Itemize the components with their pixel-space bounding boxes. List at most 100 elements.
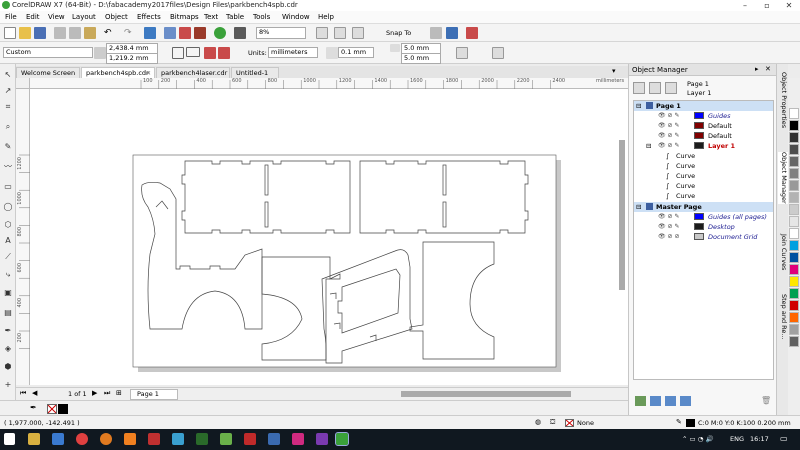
polygon-tool-icon[interactable]: ⬡ [3,220,13,230]
notifications-icon[interactable]: ▭ [780,434,788,443]
tab-list-icon[interactable]: ▾ [612,67,616,75]
undo-icon[interactable]: ↶ [104,27,116,39]
prev-page-icon[interactable]: ◀ [32,389,37,397]
crop-tool-icon[interactable]: ⌗ [3,102,13,112]
docker-tab-step-and-repeat[interactable]: Step and Re... [778,294,788,340]
landscape-icon[interactable] [186,47,200,57]
palette-swatch[interactable] [789,132,799,143]
tree-curve[interactable]: ∫ Curve [634,191,773,201]
open-icon[interactable] [19,27,31,39]
drawing-canvas[interactable] [30,89,628,385]
menu-table[interactable]: Table [226,13,244,21]
tree-desktop[interactable]: 👁 ⊘ ✎ Desktop [634,222,773,232]
portrait-icon[interactable] [172,47,184,59]
vertical-ruler[interactable]: 1200 1000 800 600 400 200 [16,89,30,385]
collapse-icon[interactable]: ⊟ [636,202,641,212]
search-content-icon[interactable] [144,27,156,39]
docker-menu-icon[interactable]: ▸ [755,65,759,73]
new-master-layer-odd-icon[interactable] [665,396,676,406]
launch-icon[interactable] [446,27,458,39]
tree-guides-all-pages[interactable]: 👁 ⊘ ✎ Guides (all pages) [634,212,773,222]
app-icon[interactable] [220,433,232,445]
zoom-level-field[interactable]: 8% [256,27,306,39]
duplicate-y-field[interactable]: 5.0 mm [401,53,441,64]
collapse-icon[interactable]: ⊟ [646,141,651,151]
layer-manager-view-icon[interactable] [665,82,677,94]
input-language[interactable]: ENG [730,435,744,443]
menu-view[interactable]: View [48,13,65,21]
palette-swatch[interactable] [789,288,799,299]
app-icon[interactable] [172,433,184,445]
menu-text[interactable]: Text [204,13,218,21]
drop-shadow-icon[interactable]: ▣ [3,288,13,298]
menu-object[interactable]: Object [105,13,128,21]
menu-window[interactable]: Window [282,13,310,21]
docker-tab-object-manager[interactable]: Object Manager [778,152,788,204]
horizontal-scrollbar-thumb[interactable] [401,391,571,397]
zoom-tool-icon[interactable]: ⌕ [3,122,13,132]
clock[interactable]: 16:17 [750,435,769,443]
freehand-tool-icon[interactable]: ✎ [3,142,13,152]
interactive-fill-icon[interactable]: ◈ [3,344,13,354]
ellipse-tool-icon[interactable]: ◯ [3,202,13,212]
options-icon[interactable] [430,27,442,39]
menu-bitmaps[interactable]: Bitmaps [170,13,199,21]
tab-untitled-1[interactable]: Untitled-1 [231,67,279,78]
app-launcher-icon[interactable] [214,27,226,39]
options-button-icon[interactable] [492,47,504,59]
all-pages-icon[interactable] [204,47,216,59]
nudge-distance-field[interactable]: 0.1 mm [338,47,374,58]
show-rulers-icon[interactable] [334,27,346,39]
treat-as-filled-icon[interactable] [456,47,468,59]
tree-curve[interactable]: ∫ Curve [634,161,773,171]
palette-swatch[interactable] [789,120,799,131]
firefox-icon[interactable] [100,433,112,445]
palette-swatch[interactable] [789,312,799,323]
ie-icon[interactable] [52,433,64,445]
app-icon[interactable] [292,433,304,445]
eyedropper-icon[interactable]: ✒ [30,403,37,412]
tree-default-2[interactable]: 👁 ⊘ ✎ Default [634,131,773,141]
ruler-origin[interactable] [16,78,30,89]
visibility-print-edit-icons[interactable]: 👁 ⊘ ✎ [658,131,680,141]
palette-swatch[interactable] [789,192,799,203]
copy-icon[interactable] [69,27,81,39]
connector-tool-icon[interactable]: ⤷ [3,270,13,280]
palette-swatch[interactable] [789,276,799,287]
tree-master-page[interactable]: ⊟ Master Page [634,202,773,212]
close-button[interactable]: ✕ [778,0,800,11]
docker-close-icon[interactable]: ✕ [765,65,771,73]
show-grid-icon[interactable] [352,27,364,39]
file-explorer-icon[interactable] [28,433,40,445]
next-page-icon[interactable]: ▶ [92,389,97,397]
visibility-print-edit-icons[interactable]: 👁 ⊘ ✎ [658,222,680,232]
menu-edit[interactable]: Edit [26,13,40,21]
text-tool-icon[interactable]: A [3,236,13,246]
smart-fill-icon[interactable]: ⬢ [3,362,13,372]
import-icon[interactable] [164,27,176,39]
page-tab-1[interactable]: Page 1 [130,389,178,400]
tree-layer-1[interactable]: ⊟ 👁 ⊘ ✎ Layer 1 [634,141,773,151]
last-page-icon[interactable]: ⏭ [104,389,110,398]
units-dropdown[interactable]: millimeters [268,47,318,58]
eyedropper-icon[interactable]: ✒ [3,326,13,336]
menu-tools[interactable]: Tools [253,13,270,21]
visibility-print-edit-icons[interactable]: 👁 ⊘ ✎ [658,141,680,151]
full-screen-icon[interactable] [316,27,328,39]
vertical-scrollbar-thumb[interactable] [619,140,625,290]
no-color-swatch[interactable] [47,404,57,414]
tree-page-1[interactable]: ⊟ Page 1 [634,101,773,111]
artistic-media-icon[interactable]: 〰 [3,162,13,172]
menu-file[interactable]: File [5,13,17,21]
palette-swatch[interactable] [789,144,799,155]
parallel-dimension-icon[interactable]: ⟋ [3,252,13,262]
palette-swatch[interactable] [789,324,799,335]
menu-effects[interactable]: Effects [137,13,161,21]
visibility-print-edit-icons[interactable]: 👁 ⊘ ✎ [658,111,680,121]
tree-curve[interactable]: ∫ Curve [634,181,773,191]
visibility-print-edit-icons[interactable]: 👁 ⊘ ✎ [658,212,680,222]
visibility-print-edit-icons[interactable]: 👁 ⊘ ✎ [658,121,680,131]
tree-document-grid[interactable]: 👁 ⊘ ⊘ Document Grid [634,232,773,242]
show-object-properties-icon[interactable] [649,82,661,94]
docker-tab-object-properties[interactable]: Object Properties [778,72,788,128]
